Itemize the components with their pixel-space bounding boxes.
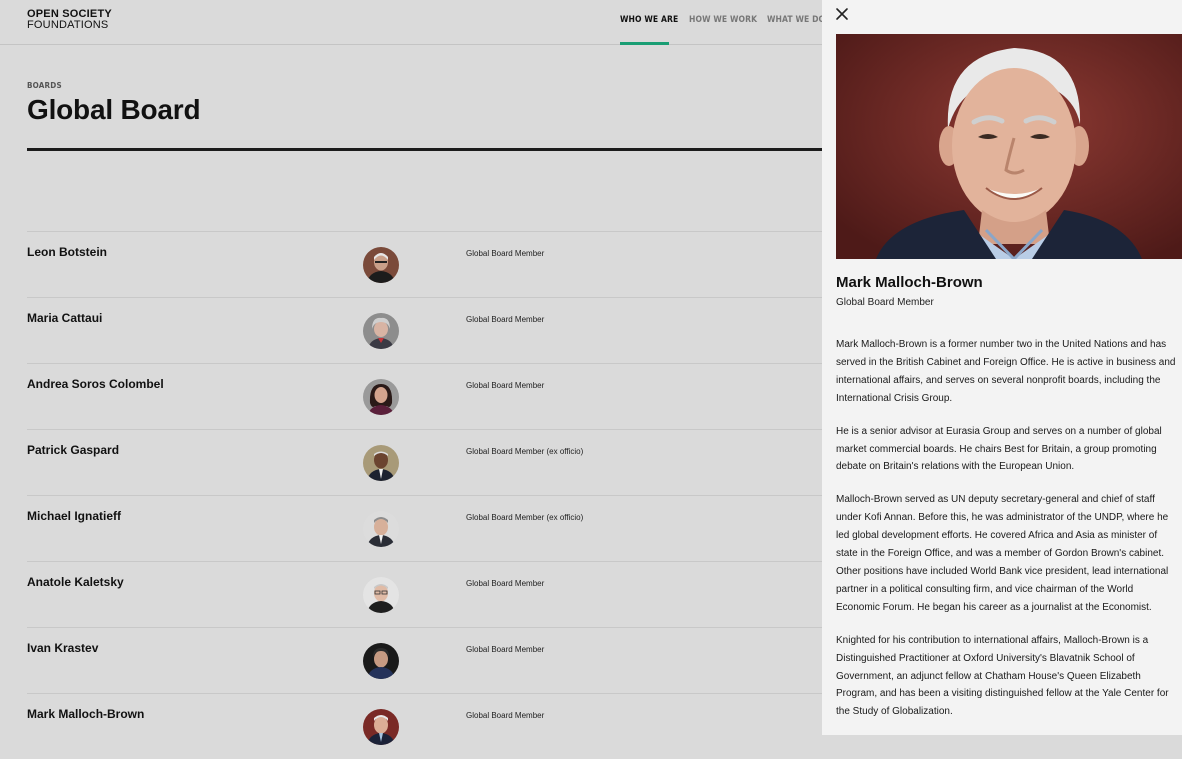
avatar[interactable] [363, 709, 399, 745]
member-role: Global Board Member [466, 579, 545, 588]
member-name[interactable]: Ivan Krastev [27, 641, 98, 655]
page-eyebrow: BOARDS [27, 81, 62, 90]
board-member-row[interactable]: Andrea Soros Colombel Global Board Membe… [27, 363, 822, 429]
active-nav-indicator [620, 42, 669, 45]
member-role: Global Board Member [466, 249, 545, 258]
panel-member-name: Mark Malloch-Brown [836, 274, 983, 291]
avatar[interactable] [363, 511, 399, 547]
member-name[interactable]: Leon Botstein [27, 245, 107, 259]
avatar[interactable] [363, 445, 399, 481]
board-member-row[interactable]: Ivan Krastev Global Board Member [27, 627, 822, 693]
board-member-row[interactable]: Patrick Gaspard Global Board Member (ex … [27, 429, 822, 495]
bio-paragraph: Mark Malloch-Brown is a former number tw… [836, 339, 1176, 404]
member-role: Global Board Member [466, 381, 545, 390]
board-member-row[interactable]: Michael Ignatieff Global Board Member (e… [27, 495, 822, 561]
board-member-row[interactable]: Mark Malloch-Brown Global Board Member [27, 693, 822, 759]
nav-item-how-we-work[interactable]: HOW WE WORK [689, 15, 757, 25]
member-portrait [836, 34, 1182, 259]
logo-line-2: FOUNDATIONS [27, 19, 109, 31]
title-divider [27, 148, 822, 151]
avatar[interactable] [363, 643, 399, 679]
member-role: Global Board Member [466, 711, 545, 720]
nav-item-what-we-do[interactable]: WHAT WE DO [767, 15, 825, 25]
member-role: Global Board Member (ex officio) [466, 447, 584, 456]
avatar[interactable] [363, 313, 399, 349]
avatar[interactable] [363, 577, 399, 613]
member-role: Global Board Member [466, 645, 545, 654]
avatar[interactable] [363, 247, 399, 283]
member-name[interactable]: Maria Cattaui [27, 311, 102, 325]
bio-paragraph: Malloch-Brown served as UN deputy secret… [836, 494, 1169, 613]
member-role: Global Board Member (ex officio) [466, 513, 584, 522]
avatar[interactable] [363, 379, 399, 415]
member-name[interactable]: Patrick Gaspard [27, 443, 119, 457]
member-name[interactable]: Michael Ignatieff [27, 509, 121, 523]
page-title: Global Board [27, 94, 201, 125]
board-member-list: Leon Botstein Global Board Member Maria … [27, 231, 822, 759]
member-role: Global Board Member [466, 315, 545, 324]
close-icon [836, 8, 848, 20]
bio-paragraph: Knighted for his contribution to interna… [836, 634, 1169, 718]
bio-paragraph: He is a senior advisor at Eurasia Group … [836, 425, 1162, 473]
close-button[interactable] [834, 6, 850, 22]
board-member-row[interactable]: Anatole Kaletsky Global Board Member [27, 561, 822, 627]
member-name[interactable]: Anatole Kaletsky [27, 575, 124, 589]
board-member-row[interactable]: Leon Botstein Global Board Member [27, 231, 822, 297]
site-header: OPEN SOCIETY FOUNDATIONS WHO WE ARE HOW … [0, 0, 825, 45]
site-logo[interactable]: OPEN SOCIETY FOUNDATIONS [27, 9, 112, 31]
nav-item-who-we-are[interactable]: WHO WE ARE [620, 15, 678, 25]
member-detail-panel: Mark Malloch-Brown Global Board Member M… [822, 0, 1182, 735]
member-name[interactable]: Mark Malloch-Brown [27, 707, 144, 721]
member-name[interactable]: Andrea Soros Colombel [27, 377, 164, 391]
board-member-row[interactable]: Maria Cattaui Global Board Member [27, 297, 822, 363]
member-bio: Mark Malloch-Brown is a former number tw… [836, 336, 1182, 735]
panel-member-role: Global Board Member [836, 297, 934, 308]
